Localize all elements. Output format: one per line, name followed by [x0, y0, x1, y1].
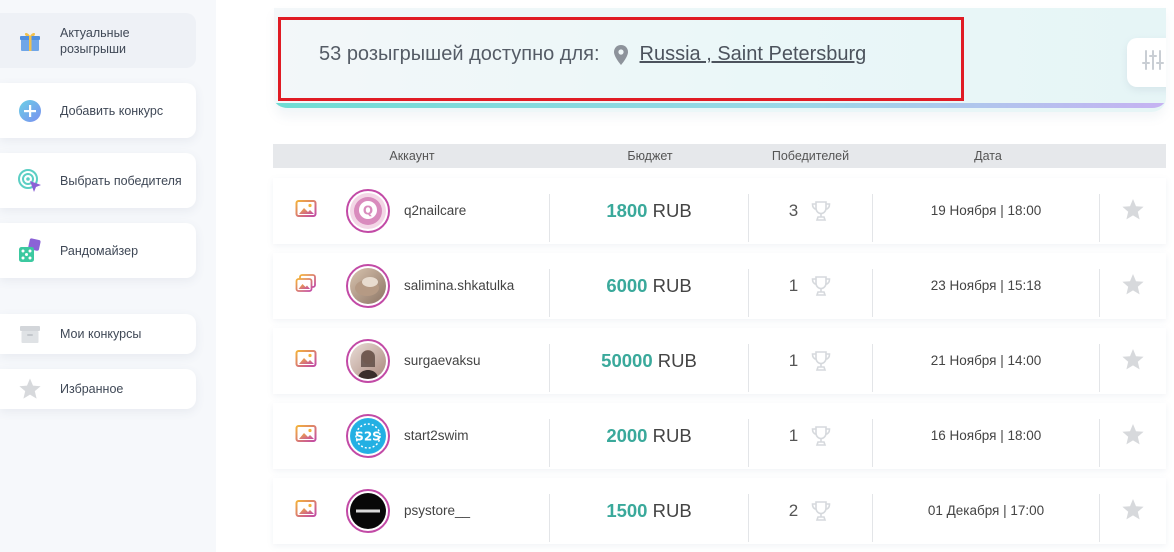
table-row[interactable]: salimina.shkatulka 6000 RUB 1 23 Ноября …	[273, 253, 1166, 319]
budget: 1500 RUB	[550, 478, 748, 544]
star-icon	[16, 375, 44, 403]
favorite-star-icon[interactable]	[1121, 198, 1145, 226]
sidebar-item-add-contest[interactable]: Добавить конкурс	[0, 83, 196, 138]
sidebar-item-pick-winner[interactable]: Выбрать победителя	[0, 153, 196, 208]
image-icon	[295, 349, 317, 374]
contest-date: 01 Декабря | 17:00	[927, 503, 1045, 518]
winners-count: 2	[749, 478, 872, 544]
avatar[interactable]: Q	[346, 189, 390, 233]
table-row[interactable]: surgaevaksu 50000 RUB 1 21 Ноября | 14:0…	[273, 328, 1166, 394]
header-winners: Победителей	[771, 149, 850, 163]
trophy-icon	[810, 200, 832, 222]
sidebar-item-my-contests[interactable]: Мои конкурсы	[0, 314, 196, 354]
budget: 2000 RUB	[550, 403, 748, 469]
sliders-icon	[1141, 49, 1165, 76]
account-name[interactable]: psystore__	[404, 478, 470, 544]
favorite-star-icon[interactable]	[1121, 423, 1145, 451]
table-header: Аккаунт Бюджет Победителей Дата	[273, 144, 1166, 168]
giveaway-count: 53	[319, 43, 342, 65]
winners-count: 3	[749, 178, 872, 244]
winners-number: 2	[788, 501, 799, 520]
trophy-icon	[810, 350, 832, 372]
budget-amount: 1500	[606, 500, 648, 521]
avatar[interactable]	[346, 339, 390, 383]
gift-icon	[16, 27, 44, 55]
header-budget: Бюджет	[627, 149, 673, 163]
budget: 1800 RUB	[550, 178, 748, 244]
favorite-star-icon[interactable]	[1121, 498, 1145, 526]
winners-number: 1	[788, 276, 799, 295]
account-name[interactable]: salimina.shkatulka	[404, 253, 514, 319]
main-content: 53 розыгрышей доступно для: Russia , Sai…	[216, 0, 1174, 552]
dice-icon	[16, 237, 44, 265]
budget-amount: 2000	[606, 425, 648, 446]
table-row[interactable]: Q q2nailcare 1800 RUB 3 19 Ноября | 18:0…	[273, 178, 1166, 244]
winners-count: 1	[749, 328, 872, 394]
avatar[interactable]	[346, 264, 390, 308]
budget: 6000 RUB	[550, 253, 748, 319]
sidebar-item-randomizer[interactable]: Рандомайзер	[0, 223, 196, 278]
location-pin-icon	[613, 44, 628, 65]
sidebar-item-label: Мои конкурсы	[60, 327, 142, 341]
trophy-icon	[810, 500, 832, 522]
plus-circle-icon	[16, 97, 44, 125]
header-account: Аккаунт	[389, 149, 435, 163]
winners-number: 1	[788, 426, 799, 445]
images-multiple-icon	[295, 274, 317, 299]
budget: 50000 RUB	[550, 328, 748, 394]
header-date: Дата	[974, 149, 1002, 163]
image-icon	[295, 499, 317, 524]
sidebar-item-label: Выбрать победителя	[60, 173, 182, 188]
location-link[interactable]: Russia , Saint Petersburg	[640, 43, 867, 66]
budget-amount: 50000	[601, 350, 653, 371]
giveaway-count-text: 53 розыгрышей доступно для: Russia , Sai…	[319, 43, 866, 66]
budget-currency: RUB	[657, 350, 697, 371]
sidebar-item-current-giveaways[interactable]: Актуальные розыгрыши	[0, 13, 196, 68]
contest-date: 16 Ноября | 18:00	[930, 428, 1042, 443]
archive-box-icon	[16, 320, 44, 348]
avatar[interactable]	[346, 489, 390, 533]
winners-count: 1	[749, 253, 872, 319]
budget-currency: RUB	[652, 500, 692, 521]
budget-currency: RUB	[652, 275, 692, 296]
banner-gradient-bar	[274, 103, 1166, 108]
avatar[interactable]: S2S	[346, 414, 390, 458]
image-icon	[295, 199, 317, 224]
svg-text:Q: Q	[363, 204, 373, 218]
trophy-icon	[810, 425, 832, 447]
contest-date: 19 Ноября | 18:00	[930, 203, 1042, 218]
contest-date: 23 Ноября | 15:18	[930, 278, 1042, 293]
target-cursor-icon	[16, 167, 44, 195]
favorite-star-icon[interactable]	[1121, 273, 1145, 301]
image-icon	[295, 424, 317, 449]
budget-currency: RUB	[652, 425, 692, 446]
budget-currency: RUB	[652, 200, 692, 221]
sidebar-item-label: Избранное	[60, 382, 124, 396]
budget-amount: 6000	[606, 275, 648, 296]
budget-amount: 1800	[606, 200, 648, 221]
sidebar-item-label: Актуальные розыгрыши	[60, 25, 130, 56]
giveaway-count-label: розыгрышей доступно для:	[346, 43, 600, 65]
winners-number: 3	[788, 201, 799, 220]
svg-text:S2S: S2S	[355, 430, 381, 444]
winners-number: 1	[788, 351, 799, 370]
winners-count: 1	[749, 403, 872, 469]
favorite-star-icon[interactable]	[1121, 348, 1145, 376]
account-name[interactable]: surgaevaksu	[404, 328, 481, 394]
sidebar-item-label: Добавить конкурс	[60, 103, 164, 118]
trophy-icon	[810, 275, 832, 297]
filter-button[interactable]	[1127, 38, 1166, 87]
table-row[interactable]: S2S start2swim 2000 RUB 1 16 Ноября | 18…	[273, 403, 1166, 469]
sidebar: Актуальные розыгрыши Добавить конкурс Вы…	[0, 0, 216, 552]
sidebar-item-label: Рандомайзер	[60, 243, 139, 258]
account-name[interactable]: q2nailcare	[404, 178, 466, 244]
account-name[interactable]: start2swim	[404, 403, 469, 469]
table-row[interactable]: psystore__ 1500 RUB 2 01 Декабря | 17:00	[273, 478, 1166, 544]
sidebar-item-favorites[interactable]: Избранное	[0, 369, 196, 409]
contest-date: 21 Ноября | 14:00	[930, 353, 1042, 368]
